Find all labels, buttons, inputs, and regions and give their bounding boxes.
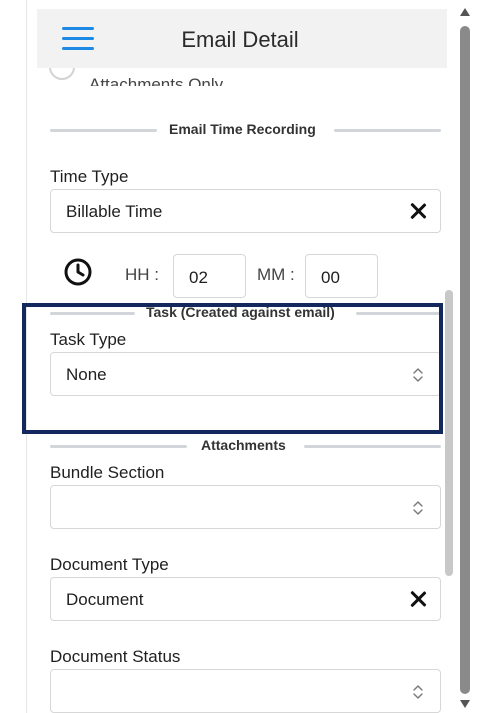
minutes-label: MM : <box>257 265 295 284</box>
hours-label: HH : <box>125 265 159 284</box>
email-detail-panel: Email Detail Attachments Only Email Time… <box>0 0 484 713</box>
document-type-value: Document <box>66 590 144 609</box>
document-type-label: Document Type <box>50 555 169 574</box>
chevron-up-down-icon <box>413 685 423 699</box>
attachments-only-radio[interactable] <box>49 68 75 80</box>
page-title: Email Detail <box>181 27 299 52</box>
clock-icon <box>64 258 92 286</box>
clear-document-type-icon[interactable] <box>407 588 429 610</box>
minutes-value: 00 <box>321 268 340 287</box>
chevron-up-down-icon <box>413 368 423 382</box>
minutes-input[interactable]: 00 <box>305 254 378 298</box>
section-title-task: Task (Created against email) <box>146 304 335 320</box>
section-title-email-time: Email Time Recording <box>169 121 316 137</box>
form-content: Attachments Only Email Time Recording Ti… <box>37 68 447 713</box>
time-type-label: Time Type <box>50 167 129 186</box>
clear-time-type-icon[interactable] <box>407 200 429 222</box>
section-title-attachments: Attachments <box>201 437 286 453</box>
document-status-select[interactable] <box>50 669 441 713</box>
section-divider-email-time: Email Time Recording <box>50 121 441 139</box>
form-scrollbar-thumb[interactable] <box>445 290 453 576</box>
time-type-value: Billable Time <box>66 202 163 221</box>
section-divider-task: Task (Created against email) <box>50 304 441 322</box>
window-scrollbar[interactable] <box>459 0 473 713</box>
chevron-up-down-icon <box>413 501 423 515</box>
hours-value: 02 <box>189 268 208 287</box>
bundle-section-label: Bundle Section <box>50 463 165 482</box>
task-type-value: None <box>66 365 107 384</box>
section-divider-attachments: Attachments <box>50 437 441 455</box>
task-type-select[interactable]: None <box>50 352 441 396</box>
scroll-up-arrow-icon[interactable] <box>460 8 470 16</box>
window-scrollbar-thumb[interactable] <box>460 26 470 694</box>
panel-left-border <box>26 0 27 713</box>
attachments-only-label: Attachments Only <box>89 75 224 86</box>
hours-input[interactable]: 02 <box>173 254 246 298</box>
scroll-down-arrow-icon[interactable] <box>460 700 470 708</box>
bundle-section-select[interactable] <box>50 485 441 529</box>
document-status-label: Document Status <box>50 647 181 666</box>
header-bar: Email Detail <box>37 9 447 68</box>
task-type-label: Task Type <box>50 330 127 349</box>
document-type-select[interactable]: Document <box>50 577 441 621</box>
time-type-select[interactable]: Billable Time <box>50 189 441 233</box>
